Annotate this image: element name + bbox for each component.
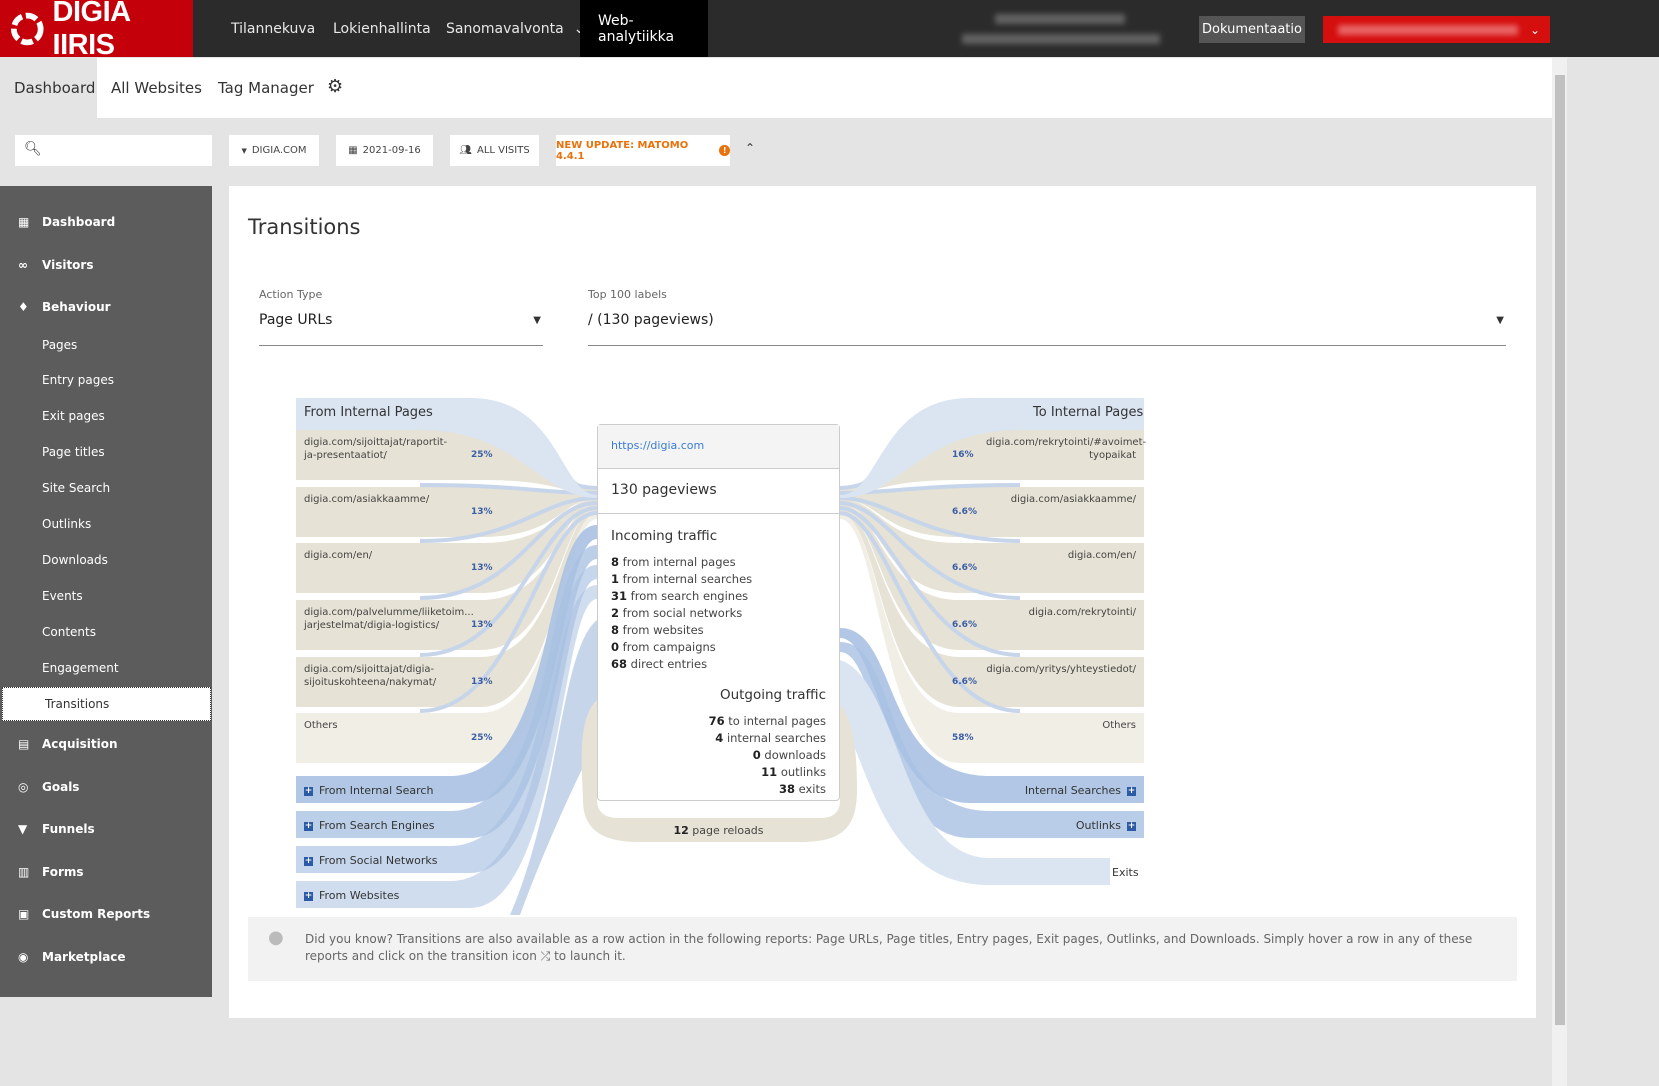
left-page-row[interactable]: digia.com/sijoittajat/raportit-ja-presen… bbox=[296, 430, 496, 480]
right-page-row[interactable]: digia.com/rekrytointi/#avoimet-tyopaikat… bbox=[944, 430, 1146, 480]
left-page-row[interactable]: digia.com/palvelumme/liiketoim... jarjes… bbox=[296, 600, 496, 650]
expand-icon[interactable]: + bbox=[1127, 786, 1136, 796]
right-group-row[interactable]: Internal Searches + bbox=[1025, 784, 1136, 797]
incoming-stat: 8 from internal pages bbox=[611, 555, 736, 569]
right-page-row[interactable]: digia.com/en/6.6% bbox=[944, 543, 1144, 593]
incoming-stat: 8 from websites bbox=[611, 623, 704, 637]
incoming-stat: 68 direct entries bbox=[611, 657, 708, 671]
incoming-stat: 31 from search engines bbox=[611, 589, 749, 603]
incoming-title: Incoming traffic bbox=[611, 528, 718, 544]
left-page-row[interactable]: Others 25% bbox=[296, 713, 496, 763]
right-page-row[interactable]: digia.com/asiakkaamme/6.6% bbox=[944, 487, 1144, 537]
expand-icon[interactable]: + bbox=[1127, 821, 1136, 831]
center-summary: https://digia.com 130 pageviews Incoming… bbox=[597, 424, 840, 801]
left-group-row[interactable]: + From Internal Search bbox=[304, 784, 433, 797]
left-header: From Internal Pages bbox=[304, 405, 433, 420]
right-header: To Internal Pages bbox=[1033, 405, 1144, 420]
expand-icon[interactable]: + bbox=[304, 891, 313, 901]
outgoing-stat: 38 exits bbox=[778, 782, 826, 796]
left-page-row[interactable]: digia.com/en/13% bbox=[296, 543, 496, 593]
left-group-row[interactable]: + From Search Engines bbox=[304, 819, 434, 832]
right-group-row[interactable]: Outlinks + bbox=[1076, 819, 1136, 832]
left-page-row[interactable]: digia.com/sijoittajat/digia-sijoituskoht… bbox=[296, 657, 496, 707]
exits-label: Exits bbox=[1112, 866, 1139, 879]
incoming-stat: 2 from social networks bbox=[611, 606, 743, 620]
expand-icon[interactable]: + bbox=[304, 821, 313, 831]
incoming-stat: 1 from internal searches bbox=[611, 572, 753, 586]
left-group-row[interactable]: + From Websites bbox=[304, 889, 399, 902]
page-reloads: 12 page reloads bbox=[673, 824, 764, 837]
right-page-row[interactable]: Others 58% bbox=[944, 713, 1144, 763]
pageviews-count: 130 pageviews bbox=[598, 469, 839, 514]
expand-icon[interactable]: + bbox=[304, 856, 313, 866]
incoming-stat: 0 from campaigns bbox=[611, 640, 716, 654]
tip-box: ● Did you know? Transitions are also avai… bbox=[248, 917, 1517, 981]
outgoing-stat: 0 downloads bbox=[752, 748, 826, 762]
expand-icon[interactable]: + bbox=[304, 786, 313, 796]
page-url-link[interactable]: https://digia.com bbox=[598, 425, 839, 469]
right-page-row[interactable]: digia.com/rekrytointi/6.6% bbox=[944, 600, 1144, 650]
right-page-row[interactable]: digia.com/yritys/yhteystiedot/6.6% bbox=[944, 657, 1144, 707]
outgoing-stat: 4 internal searches bbox=[715, 731, 826, 745]
lightbulb-icon: ● bbox=[268, 927, 284, 948]
outgoing-title: Outgoing traffic bbox=[719, 687, 826, 703]
outgoing-stat: 11 outlinks bbox=[761, 765, 826, 779]
left-page-row[interactable]: digia.com/asiakkaamme/13% bbox=[296, 487, 496, 537]
left-group-row[interactable]: + From Social Networks bbox=[304, 854, 438, 867]
outgoing-stat: 76 to internal pages bbox=[708, 714, 826, 728]
